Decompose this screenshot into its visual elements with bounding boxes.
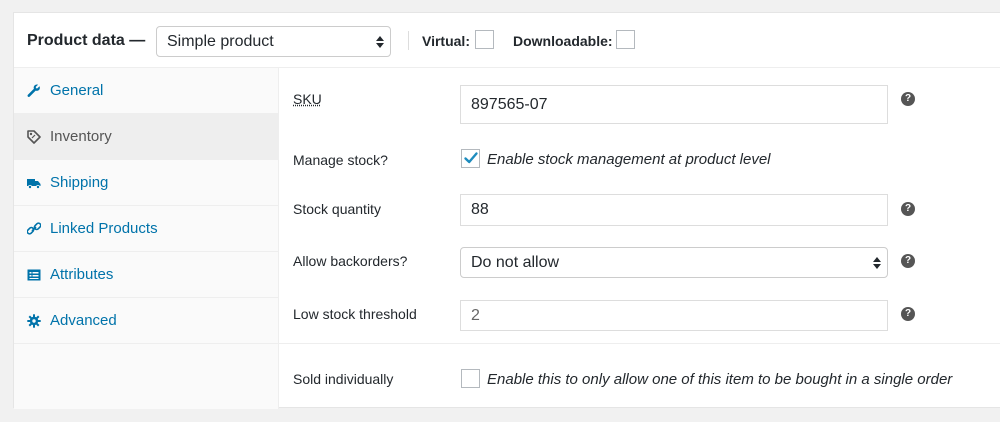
low-stock-value: 2 [471,307,480,324]
checkmark-icon [463,150,479,166]
tab-linked-products-label: Linked Products [50,220,158,237]
stock-quantity-label: Stock quantity [293,201,381,217]
tab-general-label: General [50,82,103,99]
product-data-panel: Product data — Simple product Virtual: D… [13,12,1000,408]
sku-label: SKU [293,91,322,107]
backorders-label: Allow backorders? [293,253,407,269]
product-type-select[interactable]: Simple product [156,26,391,57]
downloadable-label: Downloadable: [513,33,613,49]
wrench-icon [27,84,41,98]
tab-advanced-label: Advanced [50,312,117,329]
downloadable-checkbox[interactable] [616,30,635,49]
sold-individually-description: Enable this to only allow one of this it… [487,371,952,388]
low-stock-input[interactable]: 2 [460,300,888,331]
sku-input[interactable]: 897565-07 [460,85,888,124]
stock-quantity-input[interactable]: 88 [460,194,888,226]
product-data-header: Product data — Simple product Virtual: D… [14,13,1000,68]
gear-icon [27,314,41,328]
tag-icon [27,130,41,144]
backorders-value: Do not allow [471,254,559,271]
low-stock-help-icon[interactable]: ? [901,307,915,321]
sku-value: 897565-07 [471,96,548,113]
manage-stock-label: Manage stock? [293,152,388,168]
tab-general[interactable]: General [14,68,278,114]
tab-inventory-label: Inventory [50,128,112,145]
manage-stock-checkbox[interactable] [461,149,480,168]
product-data-title: Product data — [27,32,145,50]
sold-individually-checkbox[interactable] [461,369,480,388]
select-arrows-icon [873,257,881,269]
virtual-checkbox[interactable] [475,30,494,49]
tab-linked-products[interactable]: Linked Products [14,206,278,252]
product-data-tabs: General Inventory Shipping Linked Produc… [14,68,279,409]
virtual-label: Virtual: [422,33,470,49]
tab-attributes-label: Attributes [50,266,113,283]
header-divider [408,31,409,50]
stock-quantity-value: 88 [471,201,489,218]
tab-shipping[interactable]: Shipping [14,160,278,206]
select-arrows-icon [376,36,384,48]
tab-advanced[interactable]: Advanced [14,298,278,344]
product-type-value: Simple product [167,33,274,50]
section-divider [279,343,1000,344]
backorders-select[interactable]: Do not allow [460,247,888,278]
manage-stock-description: Enable stock management at product level [487,151,771,168]
backorders-help-icon[interactable]: ? [901,254,915,268]
link-icon [27,222,41,236]
stock-quantity-help-icon[interactable]: ? [901,202,915,216]
list-icon [27,268,41,282]
tab-shipping-label: Shipping [50,174,108,191]
tab-inventory[interactable]: Inventory [14,114,278,160]
tab-attributes[interactable]: Attributes [14,252,278,298]
sold-individually-label: Sold individually [293,371,393,387]
sku-help-icon[interactable]: ? [901,92,915,106]
truck-icon [27,176,41,190]
low-stock-label: Low stock threshold [293,306,417,322]
